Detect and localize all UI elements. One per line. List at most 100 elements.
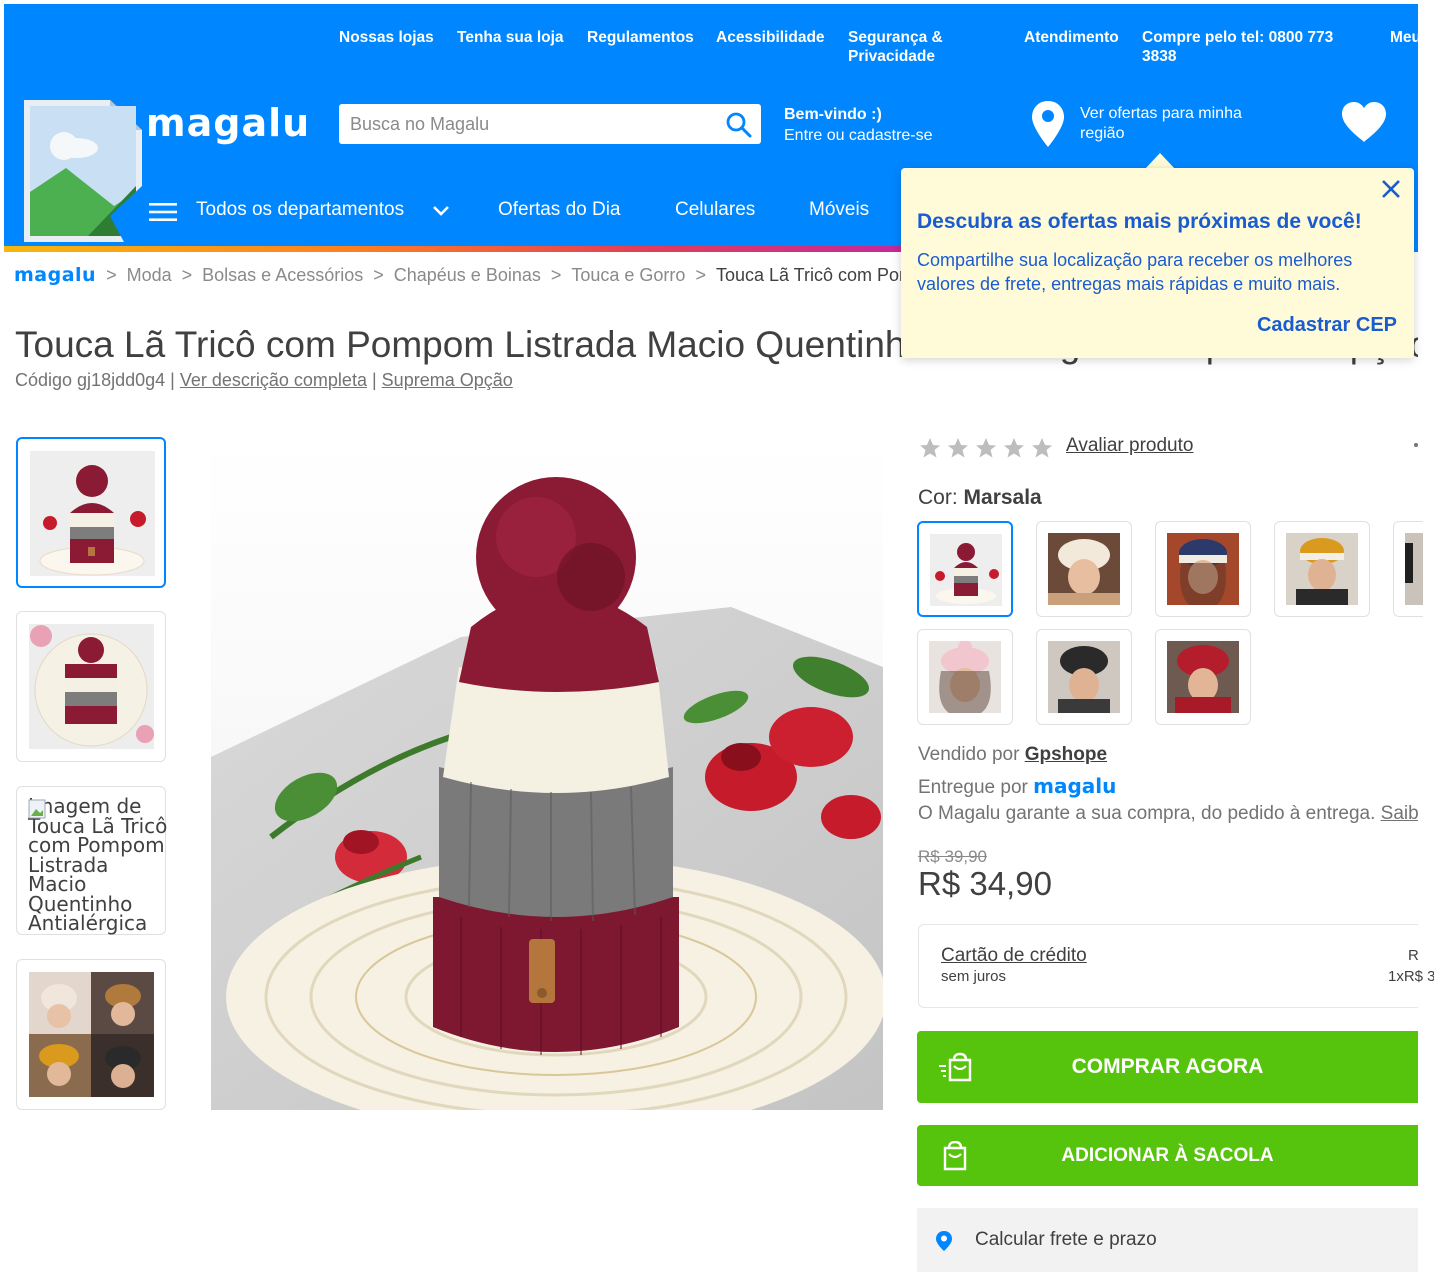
nav-all-departments[interactable]: Todos os departamentos <box>196 196 404 224</box>
breadcrumb-moda[interactable]: Moda <box>127 265 172 285</box>
buy-now-label: COMPRAR AGORA <box>1071 1055 1264 1078</box>
broken-thumbnail-alt-text: Imagem de Touca Lã Tricô com Pompom List… <box>28 794 168 935</box>
sold-by-label: Vendido por <box>918 744 1025 765</box>
color-swatch-6[interactable] <box>917 629 1013 725</box>
color-swatch-4[interactable] <box>1274 521 1370 617</box>
color-swatch-3[interactable] <box>1155 521 1251 617</box>
seller-link[interactable]: Gpshope <box>1025 744 1107 765</box>
location-popup: Descubra as ofertas mais próximas de voc… <box>901 168 1414 358</box>
popup-text: Compartilhe sua localização para receber… <box>917 250 1353 294</box>
payment-option[interactable]: Cartão de crédito sem juros R 1xR$ 34,90 <box>918 924 1434 1008</box>
breadcrumb-separator: > <box>695 265 706 285</box>
register-cep-button[interactable]: Cadastrar CEP <box>1257 314 1397 337</box>
color-label: Cor: <box>918 486 964 509</box>
star-icon[interactable] <box>1030 436 1054 460</box>
top-link-seguranca[interactable]: Segurança & Privacidade <box>848 28 943 66</box>
shipping-calculator[interactable]: Calcular frete e prazo <box>917 1208 1418 1272</box>
shipping-label: Calcular frete e prazo <box>975 1229 1157 1250</box>
thumbnail-2[interactable] <box>16 611 166 762</box>
rate-product-link[interactable]: Avaliar produto <box>1066 435 1193 457</box>
popup-arrow <box>1145 153 1175 169</box>
bag-icon <box>943 1140 967 1170</box>
location-pin-icon[interactable] <box>1030 99 1066 149</box>
hat-swatch-image <box>930 534 1002 606</box>
more-dot <box>1414 443 1418 447</box>
meta-separator: | <box>170 370 175 390</box>
heart-icon[interactable] <box>1340 100 1388 144</box>
breadcrumb-touca[interactable]: Touca e Gorro <box>571 265 685 285</box>
color-swatch-2[interactable] <box>1036 521 1132 617</box>
nav-moveis[interactable]: Móveis <box>809 196 869 224</box>
add-to-bag-button[interactable]: ADICIONAR À SACOLA <box>917 1125 1418 1186</box>
models-thumbnail-image <box>29 972 154 1097</box>
breadcrumb-home-logo[interactable]: magalu <box>14 264 96 286</box>
top-link-tenha-sua-loja[interactable]: Tenha sua loja <box>457 28 564 47</box>
main-product-image[interactable] <box>211 437 883 1110</box>
top-link-regulamentos[interactable]: Regulamentos <box>587 28 694 47</box>
model-swatch-image <box>1405 533 1423 605</box>
signin-text: Entre ou cadastre-se <box>784 127 933 144</box>
no-interest-label: sem juros <box>941 968 1007 985</box>
magalu-logo[interactable]: magalu <box>146 101 310 145</box>
breadcrumb-separator: > <box>106 265 117 285</box>
hamburger-icon[interactable] <box>147 203 179 221</box>
buy-now-button[interactable]: COMPRAR AGORA <box>917 1031 1418 1103</box>
top-link-minha-conta[interactable]: Meu <box>1390 28 1418 47</box>
close-icon[interactable] <box>1380 178 1402 200</box>
guarantee-message: O Magalu garante a sua compra, do pedido… <box>918 803 1381 824</box>
product-code: Código gj18jdd0g4 <box>15 370 166 390</box>
top-links-bar: Nossas lojas Tenha sua loja Regulamentos… <box>4 28 1418 78</box>
thumbnail-1[interactable] <box>16 437 166 588</box>
thumbnail-4[interactable] <box>16 959 166 1110</box>
breadcrumb-chapeus[interactable]: Chapéus e Boinas <box>394 265 541 285</box>
magalu-logo-small: magalu <box>1033 774 1117 798</box>
location-pin-icon <box>936 1231 952 1251</box>
top-link-acessibilidade[interactable]: Acessibilidade <box>716 28 825 47</box>
color-swatch-7[interactable] <box>1036 629 1132 725</box>
star-icon[interactable] <box>974 436 998 460</box>
guarantee-text: O Magalu garante a sua compra, do pedido… <box>918 803 1418 825</box>
model-swatch-image <box>1048 641 1120 713</box>
model-swatch-image <box>929 641 1001 713</box>
old-price: R$ 39,90 <box>918 847 987 866</box>
color-selector-label: Cor: Marsala <box>918 486 1042 510</box>
rating-stars <box>918 436 1058 460</box>
nav-celulares[interactable]: Celulares <box>675 196 755 224</box>
star-icon[interactable] <box>1002 436 1026 460</box>
breadcrumb-current: Touca Lã Tricô com Pompom Listrada Macio… <box>715 265 914 285</box>
full-description-link[interactable]: Ver descrição completa <box>180 370 367 390</box>
color-swatch-8[interactable] <box>1155 629 1251 725</box>
delivered-by: Entregue por magalu <box>918 774 1116 799</box>
popup-title: Descubra as ofertas mais próximas de voc… <box>917 210 1362 233</box>
nav-ofertas-do-dia[interactable]: Ofertas do Dia <box>498 196 621 224</box>
chevron-down-icon[interactable] <box>432 204 450 218</box>
color-swatch-5-partial[interactable] <box>1393 521 1423 617</box>
hat-thumbnail-image <box>29 624 154 749</box>
model-swatch-image <box>1286 533 1358 605</box>
top-link-phone[interactable]: Compre pelo tel: 0800 773 3838 <box>1142 28 1333 66</box>
add-to-bag-label: ADICIONAR À SACOLA <box>1061 1145 1274 1166</box>
color-value: Marsala <box>963 486 1042 509</box>
star-icon[interactable] <box>946 436 970 460</box>
breadcrumb-separator: > <box>550 265 562 285</box>
star-icon[interactable] <box>918 436 942 460</box>
learn-more-link[interactable]: Saiba mais <box>1381 803 1418 824</box>
payment-right-top: R <box>1408 947 1419 964</box>
breadcrumb-bolsas[interactable]: Bolsas e Acessórios <box>202 265 363 285</box>
search-box <box>339 104 761 144</box>
top-link-atendimento[interactable]: Atendimento <box>1024 28 1119 47</box>
login-link[interactable]: Bem-vindo :) Entre ou cadastre-se <box>784 104 933 146</box>
top-link-nossas-lojas[interactable]: Nossas lojas <box>339 28 434 47</box>
brand-link[interactable]: Suprema Opção <box>382 370 513 390</box>
hat-thumbnail-image <box>30 451 155 576</box>
search-icon[interactable] <box>725 111 753 139</box>
breadcrumb: magalu > Moda > Bolsas e Acessórios > Chapéus … <box>14 262 914 288</box>
product-meta: Código gj18jdd0g4 | Ver descrição comple… <box>15 368 513 392</box>
credit-card-link[interactable]: Cartão de crédito <box>941 945 1087 967</box>
search-input[interactable] <box>339 104 719 144</box>
color-swatch-marsala[interactable] <box>917 521 1013 617</box>
model-swatch-image <box>1167 533 1239 605</box>
installment-value: 1xR$ 34,90 <box>1388 968 1434 985</box>
fast-bag-icon <box>939 1052 972 1082</box>
location-link[interactable]: Ver ofertas para minha região <box>1080 104 1270 144</box>
